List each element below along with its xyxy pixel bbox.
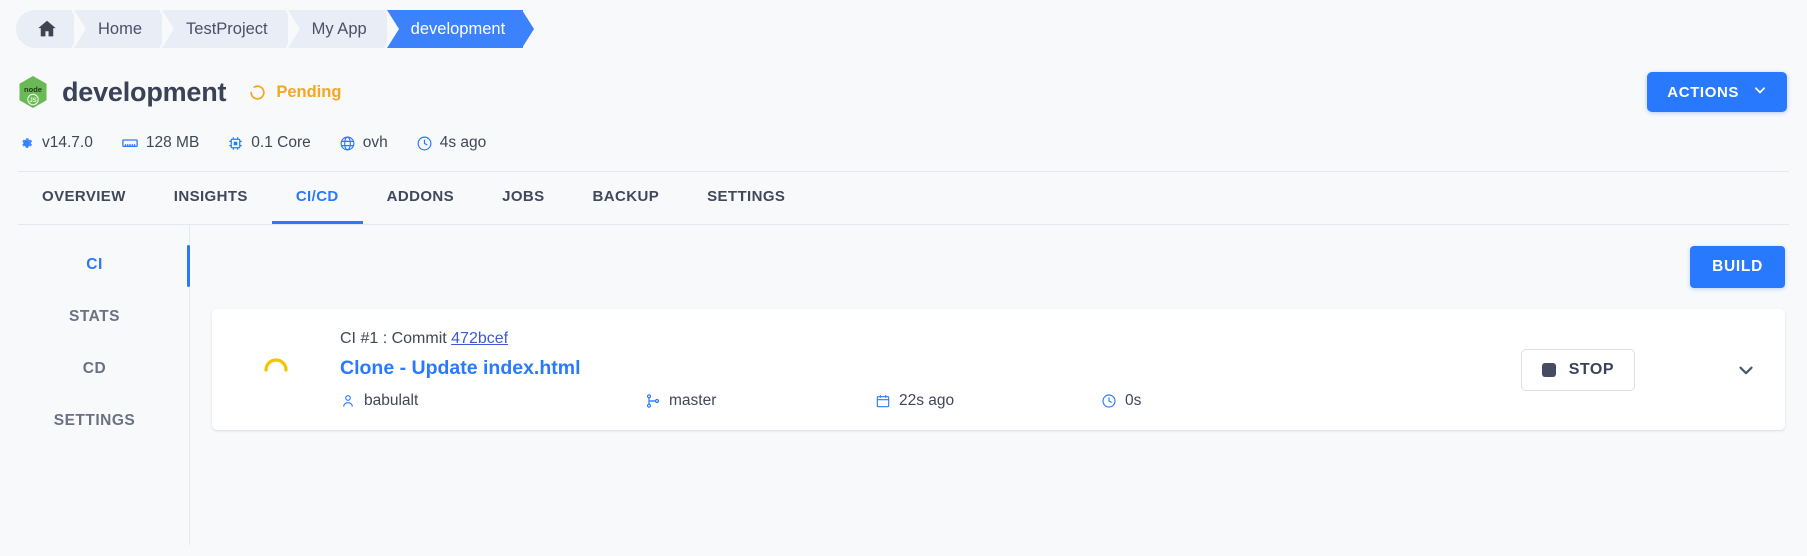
meta-value: 4s ago (439, 134, 487, 151)
breadcrumb-label: My App (311, 19, 367, 38)
ci-cd-side-nav: CI STATS CD SETTINGS (0, 225, 190, 545)
sidebar-item-cd[interactable]: CD (0, 343, 189, 395)
meta-item-cpu: 0.1 Core (227, 134, 311, 152)
build-meta-author: babulalt (340, 392, 645, 410)
build-meta-value: 0s (1125, 391, 1142, 409)
svg-text:JS: JS (29, 98, 36, 104)
build-details: CI #1 : Commit 472bcef Clone - Update in… (340, 330, 1521, 410)
sidebar-item-ci[interactable]: CI (0, 239, 190, 291)
spinner-icon (248, 83, 267, 102)
meta-value: v14.7.0 (42, 134, 93, 151)
build-commit-line: CI #1 : Commit 472bcef (340, 330, 1521, 348)
memory-icon (121, 134, 139, 152)
clock-icon (416, 135, 433, 152)
ci-cd-panel: CI STATS CD SETTINGS BUILD CI #1: Commi… (0, 225, 1807, 545)
tab-addons[interactable]: ADDONS (363, 172, 478, 224)
expand-build-chevron-down-icon[interactable] (1727, 351, 1765, 389)
breadcrumb-item-testproject[interactable]: TestProject (162, 10, 297, 48)
status-label: Pending (276, 82, 342, 101)
stop-button[interactable]: STOP (1520, 348, 1635, 391)
tab-overview[interactable]: OVERVIEW (18, 172, 150, 224)
chevron-down-icon (1753, 83, 1767, 101)
tab-settings[interactable]: SETTINGS (683, 172, 809, 224)
meta-item-updated: 4s ago (416, 134, 487, 152)
tab-label: OVERVIEW (42, 188, 126, 205)
sidebar-item-settings[interactable]: SETTINGS (0, 395, 189, 447)
stop-square-icon (1541, 362, 1556, 377)
tab-label: JOBS (502, 188, 545, 205)
tab-label: ADDONS (386, 188, 455, 205)
svg-text:node: node (24, 85, 42, 94)
build-number-label: CI #1 : Commit (340, 329, 452, 347)
build-status (212, 355, 340, 385)
tab-label: CI/CD (295, 188, 339, 205)
build-meta-branch: master (645, 392, 875, 410)
build-meta-duration: 0s (1101, 392, 1141, 410)
meta-value: 128 MB (145, 134, 200, 151)
sidebar-item-label: STATS (68, 308, 120, 325)
user-icon (340, 393, 356, 409)
tab-insights[interactable]: INSIGHTS (150, 172, 272, 224)
breadcrumb-home[interactable] (16, 10, 83, 48)
tab-jobs[interactable]: JOBS (478, 172, 568, 224)
tab-ci-cd[interactable]: CI/CD (271, 172, 363, 224)
meta-value: ovh (362, 134, 388, 151)
globe-icon (339, 135, 356, 152)
breadcrumb: Home TestProject My App development (0, 0, 1807, 58)
sidebar-item-label: SETTINGS (53, 412, 136, 429)
build-meta-row: babulalt master 22s ago 0s (340, 392, 1521, 410)
tab-backup[interactable]: BACKUP (569, 172, 684, 224)
breadcrumb-list: Home TestProject My App development (16, 10, 535, 48)
nodejs-logo: node JS (18, 75, 48, 109)
app-meta-row: v14.7.0 128 MB 0.1 Core ovh 4s ago (0, 114, 1807, 158)
build-title-link[interactable]: Clone - Update index.html (340, 357, 1521, 380)
breadcrumb-item-development[interactable]: development (386, 10, 535, 48)
actions-button[interactable]: ACTIONS (1647, 72, 1787, 112)
build-toolbar: BUILD (212, 225, 1785, 309)
commit-hash-link[interactable]: 472bcef (451, 330, 508, 347)
build-meta-value: babulalt (364, 391, 419, 409)
spinner-icon (261, 355, 291, 385)
stop-button-label: STOP (1568, 360, 1614, 378)
breadcrumb-item-my-app[interactable]: My App (287, 10, 396, 48)
build-meta-value: 22s ago (899, 391, 955, 409)
build-button[interactable]: BUILD (1690, 246, 1785, 288)
meta-item-region: ovh (339, 134, 388, 152)
ci-content: BUILD CI #1 : Commit 472bcef Clone - Upd… (190, 225, 1807, 545)
breadcrumb-label: Home (98, 19, 143, 38)
page-title: development (62, 76, 227, 107)
branch-icon (645, 393, 661, 409)
breadcrumb-label: development (410, 19, 506, 38)
tab-label: BACKUP (592, 188, 660, 205)
meta-value: 0.1 Core (251, 134, 311, 151)
tab-label: SETTINGS (707, 188, 786, 205)
ci-build-card[interactable]: CI #1 : Commit 472bcef Clone - Update in… (212, 309, 1785, 430)
clock-icon (1101, 393, 1117, 409)
home-icon (36, 18, 58, 40)
calendar-icon (875, 393, 891, 409)
tab-bar: OVERVIEW INSIGHTS CI/CD ADDONS JOBS BACK… (0, 172, 1807, 224)
sidebar-item-stats[interactable]: STATS (0, 291, 189, 343)
sidebar-item-label: CD (82, 360, 107, 377)
meta-item-version: v14.7.0 (18, 134, 93, 152)
build-meta-time: 22s ago (875, 392, 1101, 410)
build-meta-value: master (669, 391, 717, 409)
sidebar-item-label: CI (86, 256, 103, 273)
breadcrumb-label: TestProject (186, 19, 268, 38)
actions-button-label: ACTIONS (1667, 83, 1739, 101)
status-badge: Pending (248, 83, 341, 102)
gear-icon (18, 135, 35, 152)
meta-item-memory: 128 MB (121, 134, 199, 152)
app-header: node JS development Pending ACTIONS (0, 58, 1807, 114)
breadcrumb-item-home[interactable]: Home (74, 10, 172, 48)
tab-label: INSIGHTS (173, 188, 248, 205)
cpu-icon (227, 135, 244, 152)
